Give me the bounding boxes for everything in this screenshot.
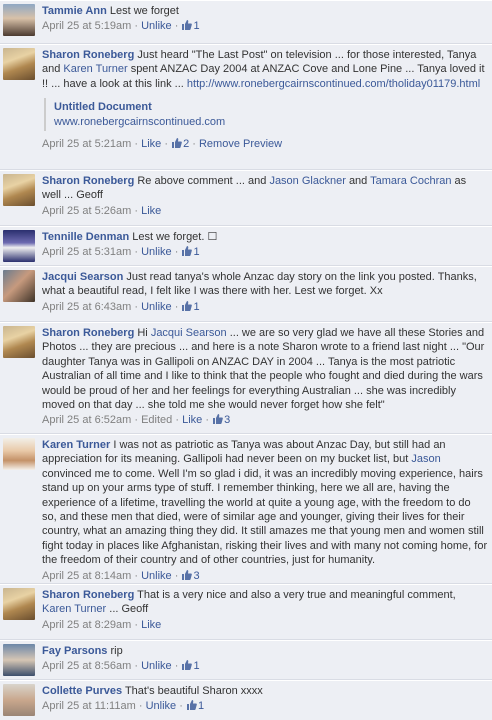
avatar[interactable] [3,270,35,302]
comment-meta: April 25 at 5:26am · Like [42,204,162,217]
preview-title[interactable]: Untitled Document [54,100,488,114]
mention-link[interactable]: Jason [411,453,440,465]
timestamp[interactable]: April 25 at 5:26am [42,205,131,217]
comment: Tennille Denman Lest we forget. ☐ April … [0,226,492,266]
like-count[interactable]: 1 [181,246,200,258]
link-preview[interactable]: Untitled Document www.ronebergcairnscont… [44,98,488,132]
commenter-name[interactable]: Sharon Roneberg [42,175,134,187]
avatar[interactable] [3,326,35,358]
avatar[interactable] [3,644,35,676]
comment-list: Tammie Ann Lest we forget April 25 at 5:… [0,0,492,720]
edited-label[interactable]: Edited [141,414,172,426]
unlike-link[interactable]: Unlike [141,570,172,582]
comment: Sharon Roneberg Re above comment ... and… [0,170,492,226]
commenter-name[interactable]: Sharon Roneberg [42,327,134,339]
commenter-name[interactable]: Sharon Roneberg [42,49,134,61]
mention-link[interactable]: Karen Turner [63,63,127,75]
comment-text: Lest we forget [109,5,179,17]
comment-meta: April 25 at 8:14am · Unlike · 3 [42,569,200,582]
like-count[interactable]: 1 [181,20,200,32]
avatar[interactable] [3,438,35,470]
thumbs-up-icon [213,414,223,425]
avatar[interactable] [3,48,35,80]
avatar[interactable] [3,684,35,716]
like-link[interactable]: Like [141,619,161,631]
like-count[interactable]: 1 [181,300,200,313]
comment: Sharon Roneberg Hi Jacqui Searson ... we… [0,322,492,434]
like-link[interactable]: Like [182,414,202,426]
comment-text: rip [110,645,123,657]
url-link[interactable]: http://www.ronebergcairnscontinued.com/t… [187,78,480,90]
commenter-name[interactable]: Sharon Roneberg [42,589,134,601]
mention-link[interactable]: Karen Turner [42,603,106,615]
comment-meta: April 25 at 8:29am · Like [42,618,162,631]
comment-text: That's beautiful Sharon xxxx [124,685,263,697]
commenter-name[interactable]: Karen Turner [42,439,110,451]
comment-meta: April 25 at 8:56am · Unlike · 1 [42,660,200,673]
comment-meta: April 25 at 5:21am · Like · 2 · Remove P… [42,138,283,151]
unlike-link[interactable]: Unlike [146,700,177,712]
comment: Sharon Roneberg That is a very nice and … [0,584,492,640]
avatar[interactable] [3,588,35,620]
timestamp[interactable]: April 25 at 8:14am [42,570,131,582]
thumbs-up-icon [186,700,197,711]
comment: Sharon Roneberg Just heard "The Last Pos… [0,44,492,170]
commenter-name[interactable]: Tennille Denman [42,231,129,243]
like-count[interactable]: 2 [171,138,189,150]
commenter-name[interactable]: Jacqui Searson [42,271,123,283]
thumbs-up-icon [172,138,182,149]
commenter-name[interactable]: Tammie Ann [42,5,107,17]
comment-meta: April 25 at 5:31am · Unlike · 1 [42,246,200,259]
mention-link[interactable]: Jacqui Searson [151,327,227,339]
timestamp[interactable]: April 25 at 5:31am [42,246,131,258]
thumbs-up-icon [182,300,193,311]
like-count[interactable]: 1 [186,700,204,712]
timestamp[interactable]: April 25 at 5:19am [42,20,131,32]
thumbs-up-icon [182,20,193,31]
timestamp[interactable]: April 25 at 5:21am [42,138,131,150]
comment: Jacqui Searson Just read tanya's whole A… [0,266,492,322]
remove-preview-link[interactable]: Remove Preview [199,138,282,150]
preview-url[interactable]: www.ronebergcairnscontinued.com [54,115,488,129]
comment-meta: April 25 at 6:52am · Edited · Like · 3 [42,414,231,427]
thumbs-up-icon [182,569,193,580]
timestamp[interactable]: April 25 at 8:29am [42,619,131,631]
comment-text: Lest we forget. ☐ [132,231,218,243]
like-count[interactable]: 3 [181,569,200,582]
comment-meta: April 25 at 5:19am · Unlike · 1 [42,20,200,33]
timestamp[interactable]: April 25 at 11:11am [42,700,136,712]
unlike-link[interactable]: Unlike [141,660,172,672]
comment: Tammie Ann Lest we forget April 25 at 5:… [0,0,492,44]
unlike-link[interactable]: Unlike [141,246,172,258]
mention-link[interactable]: Jason Glackner [269,175,345,187]
comment: Fay Parsons rip April 25 at 8:56am · Unl… [0,640,492,680]
timestamp[interactable]: April 25 at 6:52am [42,414,131,426]
comment: Collette Purves That's beautiful Sharon … [0,680,492,720]
like-link[interactable]: Like [141,138,161,150]
mention-link[interactable]: Tamara Cochran [370,175,451,187]
commenter-name[interactable]: Fay Parsons [42,645,107,657]
thumbs-up-icon [182,660,193,671]
unlike-link[interactable]: Unlike [141,301,172,313]
avatar[interactable] [3,174,35,206]
avatar[interactable] [3,230,35,262]
timestamp[interactable]: April 25 at 8:56am [42,660,131,672]
like-count[interactable]: 1 [181,660,200,672]
unlike-link[interactable]: Unlike [141,20,172,32]
avatar[interactable] [3,4,35,36]
comment: Karen Turner I was not as patriotic as T… [0,434,492,584]
like-link[interactable]: Like [141,205,161,217]
timestamp[interactable]: April 25 at 6:43am [42,301,131,313]
thumbs-up-icon [182,246,193,257]
comment-meta: April 25 at 11:11am · Unlike · 1 [42,700,205,713]
commenter-name[interactable]: Collette Purves [42,685,122,697]
comment-meta: April 25 at 6:43am · Unlike · 1 [42,300,200,313]
like-count[interactable]: 3 [212,414,230,426]
